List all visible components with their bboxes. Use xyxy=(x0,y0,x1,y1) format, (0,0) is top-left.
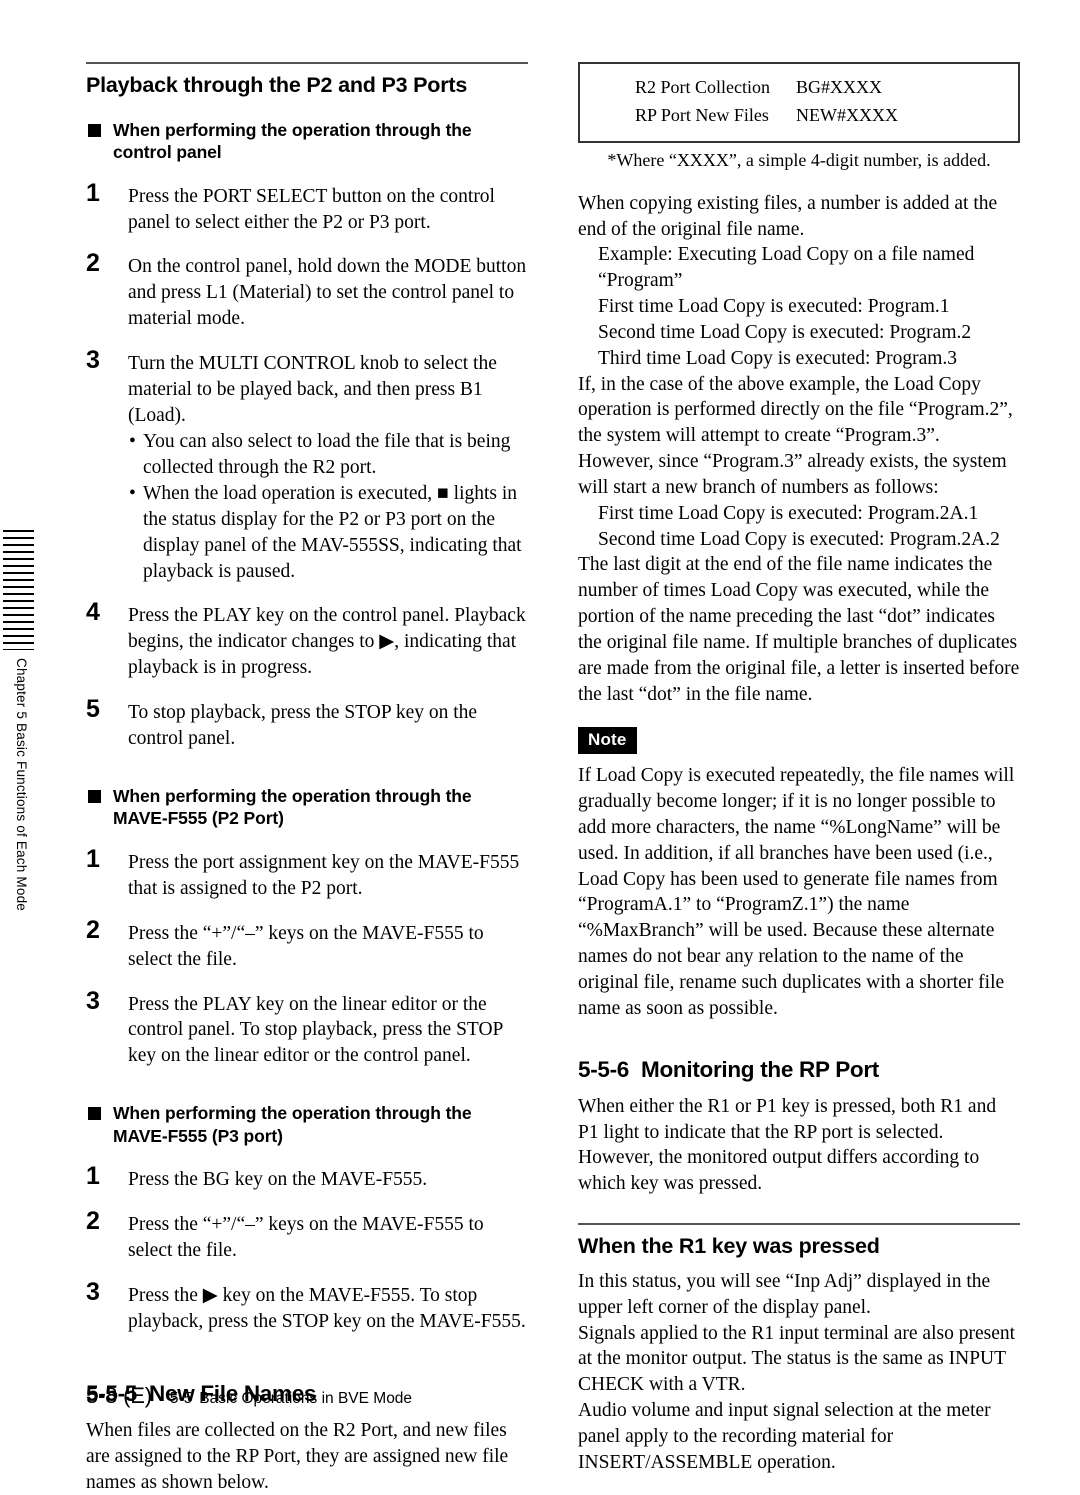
chapter-margin-tab: Chapter 5 Basic Functions of Each Mode xyxy=(0,0,60,1441)
branch-line: First time Load Copy is executed: Progra… xyxy=(598,502,979,524)
step-text: Press the PLAY key on the control panel.… xyxy=(128,605,526,679)
table-row: R2 Port Collection BG#XXXX xyxy=(580,74,1018,102)
step-item: 2 Press the “+”/“–” keys on the MAVE-F55… xyxy=(86,916,528,973)
step-number: 4 xyxy=(86,598,100,627)
subsection-heading-control-panel: When performing the operation through th… xyxy=(86,119,528,164)
page-title: Playback through the P2 and P3 Ports xyxy=(86,73,468,97)
note-badge: Note xyxy=(578,727,637,755)
step-item: 3 Turn the MULTI CONTROL knob to select … xyxy=(86,346,528,585)
step-text: Press the PLAY key on the linear editor … xyxy=(128,993,503,1067)
step-number: 1 xyxy=(86,1162,100,1191)
section-556-body: When either the R1 or P1 key is pressed,… xyxy=(578,1095,997,1195)
step-number: 2 xyxy=(86,915,100,944)
table-cell-label: RP Port New Files xyxy=(635,104,769,125)
step-text: Press the BG key on the MAVE-F555. xyxy=(128,1169,428,1191)
step-item: 3 Press the ▶ key on the MAVE-F555. To s… xyxy=(86,1278,528,1335)
step-number: 3 xyxy=(86,346,100,375)
paragraph-copy-existing: When copying existing files, a number is… xyxy=(578,192,998,240)
r1-heading-rule xyxy=(578,1223,1020,1226)
table-cell-value: BG#XXXX xyxy=(796,77,883,97)
footer-section-title: Basic Operations in BVE Mode xyxy=(199,1390,413,1407)
example-line: Third time Load Copy is executed: Progra… xyxy=(598,347,958,369)
step-number: 3 xyxy=(86,1277,100,1306)
step-number: 5 xyxy=(86,695,100,724)
document-page: Chapter 5 Basic Functions of Each Mode P… xyxy=(0,0,1080,1493)
r1-paragraph: Audio volume and input signal selection … xyxy=(578,1400,991,1473)
step-text: Press the PORT SELECT button on the cont… xyxy=(128,185,495,233)
step-item: 1 Press the PORT SELECT button on the co… xyxy=(86,179,528,236)
margin-stripes-icon xyxy=(3,530,34,650)
section-heading-5-5-6: 5-5-6 Monitoring the RP Port xyxy=(578,1056,1020,1084)
table-cell-value: NEW#XXXX xyxy=(796,104,898,125)
page-footer: 5-8 (E) 5-5 Basic Operations in BVE Mode xyxy=(86,1383,412,1409)
step-number: 1 xyxy=(86,844,100,873)
chapter-label: Chapter 5 Basic Functions of Each Mode xyxy=(14,658,29,911)
step-number: 2 xyxy=(86,249,100,278)
step-item: 3 Press the PLAY key on the linear edito… xyxy=(86,987,528,1070)
branch-line: Second time Load Copy is executed: Progr… xyxy=(598,528,1000,550)
r1-heading: When the R1 key was pressed xyxy=(578,1234,880,1259)
file-name-table: R2 Port Collection BG#XXXX RP Port New F… xyxy=(578,62,1020,143)
step-item: 2 Press the “+”/“–” keys on the MAVE-F55… xyxy=(86,1207,528,1264)
step-item: 1 Press the port assignment key on the M… xyxy=(86,845,528,902)
heading-rule xyxy=(86,62,528,64)
step-text: To stop playback, press the STOP key on … xyxy=(128,702,478,750)
step-number: 2 xyxy=(86,1207,100,1236)
section-555-body: When files are collected on the R2 Port,… xyxy=(86,1419,509,1493)
step-text: Press the “+”/“–” keys on the MAVE-F555 … xyxy=(128,922,484,970)
subsection-heading-mave-f555-p3: When performing the operation through th… xyxy=(86,1102,528,1147)
step-text: Press the ▶ key on the MAVE-F555. To sto… xyxy=(128,1284,526,1332)
section-title: Monitoring the RP Port xyxy=(641,1056,879,1082)
table-row: RP Port New Files NEW#XXXX xyxy=(580,102,1018,130)
step-bullet-list: You can also select to load the file tha… xyxy=(128,429,528,585)
footer-section: 5-5 Basic Operations in BVE Mode xyxy=(170,1390,412,1408)
section-number: 5-5-6 xyxy=(578,1056,630,1082)
step-number: 3 xyxy=(86,986,100,1015)
footer-section-number: 5-5 xyxy=(169,1390,193,1407)
example-line: First time Load Copy is executed: Progra… xyxy=(598,296,950,318)
page-number: 5-8 (E) xyxy=(86,1383,152,1408)
step-text: Press the port assignment key on the MAV… xyxy=(128,851,520,899)
step-item: 4 Press the PLAY key on the control pane… xyxy=(86,598,528,681)
left-column: Playback through the P2 and P3 Ports Whe… xyxy=(86,62,528,1495)
step-text: On the control panel, hold down the MODE… xyxy=(128,256,527,330)
r1-paragraph: Signals applied to the R1 input terminal… xyxy=(578,1322,1016,1396)
step-number: 1 xyxy=(86,178,100,207)
r1-paragraph: In this status, you will see “Inp Adj” d… xyxy=(578,1270,991,1318)
paragraph-branch-intro: If, in the case of the above example, th… xyxy=(578,373,1013,498)
step-item: 5 To stop playback, press the STOP key o… xyxy=(86,695,528,752)
note-body: If Load Copy is executed repeatedly, the… xyxy=(578,765,1015,1019)
table-cell-label: R2 Port Collection xyxy=(635,77,770,97)
right-column: R2 Port Collection BG#XXXX RP Port New F… xyxy=(578,62,1020,1475)
example-line: Example: Executing Load Copy on a file n… xyxy=(598,244,975,292)
subsection-heading-mave-f555-p2: When performing the operation through th… xyxy=(86,785,528,830)
step-text: Press the “+”/“–” keys on the MAVE-F555 … xyxy=(128,1214,484,1261)
paragraph-naming-rules: The last digit at the end of the file na… xyxy=(578,554,1020,705)
bullet-item: You can also select to load the file tha… xyxy=(128,429,528,481)
bullet-item: When the load operation is executed, ■ l… xyxy=(128,481,528,585)
step-text: Turn the MULTI CONTROL knob to select th… xyxy=(128,353,497,427)
step-item: 1 Press the BG key on the MAVE-F555. xyxy=(86,1162,528,1193)
example-line: Second time Load Copy is executed: Progr… xyxy=(598,321,972,343)
step-item: 2 On the control panel, hold down the MO… xyxy=(86,249,528,332)
table-footnote: *Where “XXXX”, a simple 4-digit number, … xyxy=(607,149,991,170)
